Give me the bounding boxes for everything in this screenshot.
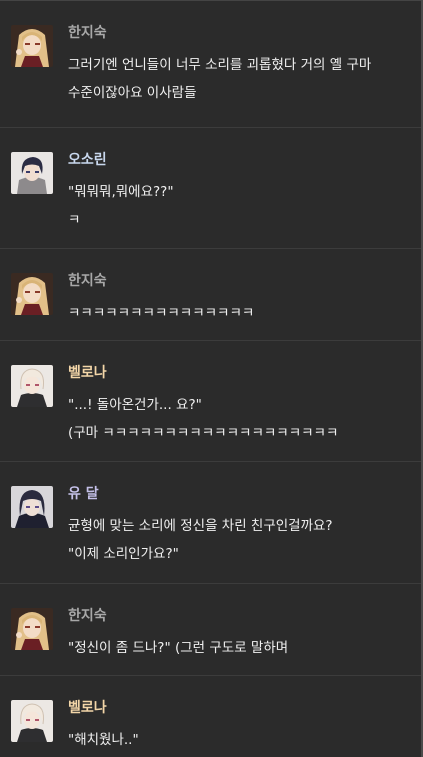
user-avatar[interactable]	[11, 608, 53, 650]
sender-name[interactable]: 한지숙	[68, 23, 107, 43]
user-avatar[interactable]	[11, 365, 53, 407]
user-avatar[interactable]	[11, 700, 53, 742]
chat-message: 오소린 "뭐뭐뭐,뭐에요??" ㅋ	[0, 127, 421, 249]
chat-message: 벨로나 "...! 돌아온건가... 요?" (구마 ㅋㅋㅋㅋㅋㅋㅋㅋㅋㅋㅋㅋㅋㅋㅋ…	[0, 340, 421, 462]
sender-name[interactable]: 한지숙	[68, 606, 107, 626]
message-line: "뭐뭐뭐,뭐에요??"	[68, 184, 174, 200]
message-body: "정신이 좀 드나?" (그런 구도로 말하며	[68, 634, 413, 662]
message-line: 균형에 맞는 소리에 정신을 차린 친구인걸까요?	[68, 518, 333, 534]
user-avatar[interactable]	[11, 273, 53, 315]
message-body: "해치웠나.."	[68, 726, 413, 754]
message-line: "이제 소리인가요?"	[68, 546, 179, 562]
sender-name[interactable]: 유 달	[68, 484, 99, 504]
chat-message: 한지숙그러기엔 언니들이 너무 소리를 괴롭혔다 거의 옐 구마수준이잖아요 이…	[0, 0, 421, 128]
message-line: ㅋ	[68, 212, 81, 228]
chat-message: 벨로나 "해치웠나.."	[0, 675, 421, 757]
message-body: "...! 돌아온건가... 요?" (구마 ㅋㅋㅋㅋㅋㅋㅋㅋㅋㅋㅋㅋㅋㅋㅋㅋㅋㅋ…	[68, 391, 413, 447]
user-avatar[interactable]	[11, 152, 53, 194]
sender-name[interactable]: 벨로나	[68, 698, 107, 718]
message-line: "...! 돌아온건가... 요?"	[68, 397, 202, 413]
message-body: ㅋㅋㅋㅋㅋㅋㅋㅋㅋㅋㅋㅋㅋㅋㅋ	[68, 299, 413, 327]
message-body: "뭐뭐뭐,뭐에요??" ㅋ	[68, 178, 413, 234]
message-body: 그러기엔 언니들이 너무 소리를 괴롭혔다 거의 옐 구마수준이잖아요 이사람들	[68, 51, 413, 107]
message-line: ㅋㅋㅋㅋㅋㅋㅋㅋㅋㅋㅋㅋㅋㅋㅋ	[68, 305, 255, 321]
user-avatar[interactable]	[11, 25, 53, 67]
message-line: "정신이 좀 드나?" (그런 구도로 말하며	[68, 640, 289, 656]
sender-name[interactable]: 한지숙	[68, 271, 107, 291]
message-line: (구마 ㅋㅋㅋㅋㅋㅋㅋㅋㅋㅋㅋㅋㅋㅋㅋㅋㅋㅋㅋ	[68, 425, 339, 441]
sender-name[interactable]: 벨로나	[68, 363, 107, 383]
message-body: 균형에 맞는 소리에 정신을 차린 친구인걸까요? "이제 소리인가요?"	[68, 512, 413, 568]
chat-log[interactable]: 한지숙 그러기엔 언니들이 너무 소리를 괴롭혔다 거의 옐 구마 수준이잖아요 이…	[0, 0, 423, 757]
message-line: 수준이잖아요 이사람들	[68, 85, 197, 101]
message-line: "해치웠나.."	[68, 732, 139, 748]
message-line: 그러기엔 언니들이 너무 소리를 괴롭혔다 거의 옐 구마	[68, 57, 372, 73]
user-avatar[interactable]	[11, 486, 53, 528]
sender-name[interactable]: 오소린	[68, 150, 107, 170]
chat-message: 한지숙 "정신이 좀 드나?" (그런 구도로 말하며	[0, 583, 421, 676]
chat-message: 한지숙 ㅋㅋㅋㅋㅋㅋㅋㅋㅋㅋㅋㅋㅋㅋㅋ	[0, 248, 421, 341]
chat-message: 유 달균형에 맞는 소리에 정신을 차린 친구인걸까요? "이제 소리인가요?"	[0, 461, 421, 584]
